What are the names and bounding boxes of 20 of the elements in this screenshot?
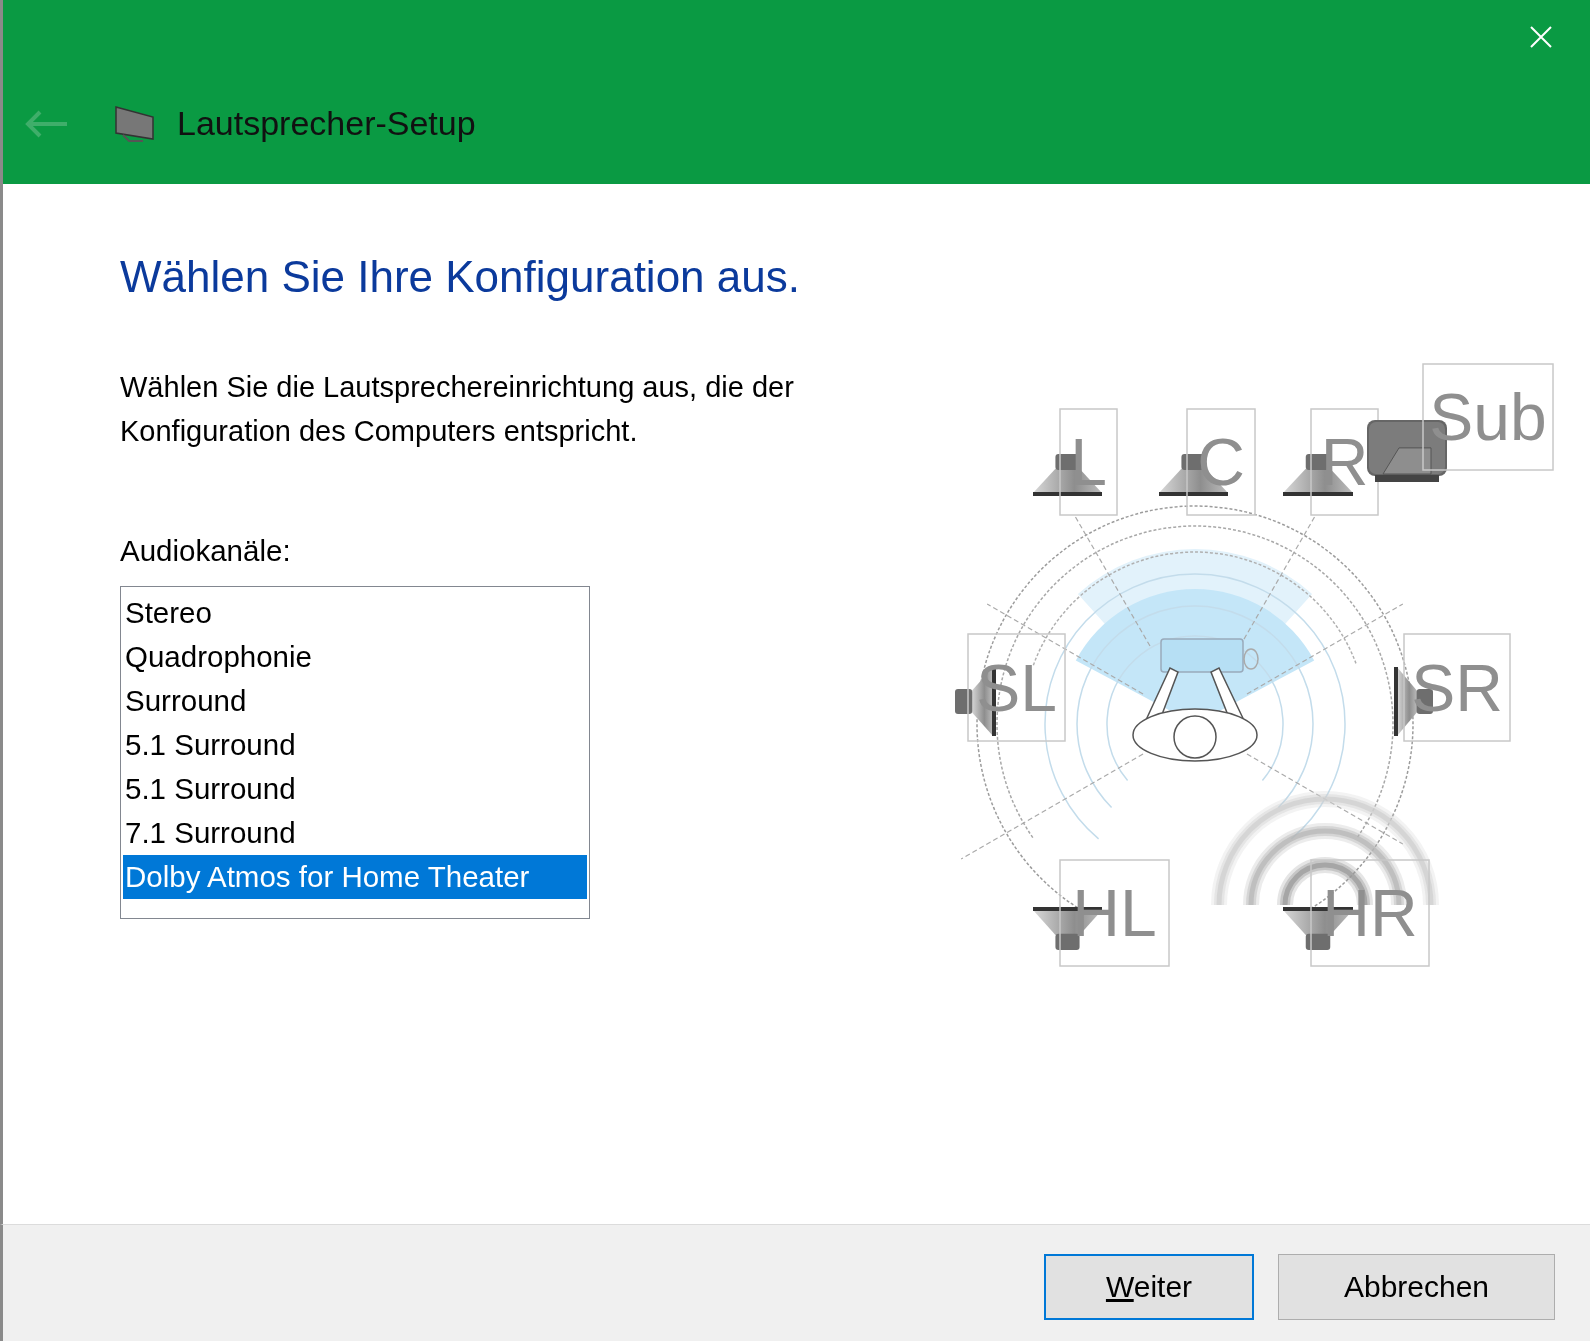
speaker-label: SR bbox=[1411, 651, 1503, 726]
close-icon[interactable] bbox=[1530, 26, 1552, 48]
list-item[interactable]: Surround bbox=[123, 679, 587, 723]
cancel-button[interactable]: Abbrechen bbox=[1278, 1254, 1555, 1320]
page-heading: Wählen Sie Ihre Konfiguration aus. bbox=[120, 251, 801, 303]
speaker-label: Sub bbox=[1429, 380, 1547, 455]
list-item[interactable]: 5.1 Surround bbox=[123, 723, 587, 767]
list-item[interactable]: 7.1 Surround bbox=[123, 811, 587, 855]
list-item[interactable]: Quadrophonie bbox=[123, 635, 587, 679]
speaker-label: HL bbox=[1072, 876, 1157, 951]
description-text: Wählen Sie die Lautsprechereinrichtung aus, die der Konfiguration des Computers entspricht. bbox=[120, 370, 795, 449]
speaker-label: C bbox=[1197, 425, 1245, 500]
channels-label: Audiokanäle: bbox=[120, 534, 292, 568]
list-item[interactable]: Stereo bbox=[123, 591, 587, 635]
window-title: Lautsprecher-Setup bbox=[177, 104, 476, 143]
list-item[interactable]: Dolby Atmos for Home Theater bbox=[123, 855, 587, 899]
monitor-icon bbox=[115, 104, 155, 143]
list-item[interactable]: 5.1 Surround bbox=[123, 767, 587, 811]
channel-list[interactable]: Stereo Quadrophonie Surround 5.1 Surround 5.1 Surround 7.1 Surround Dolby Atmos for Home Theater bbox=[120, 586, 590, 919]
next-button[interactable]: Weiter bbox=[1044, 1254, 1254, 1320]
